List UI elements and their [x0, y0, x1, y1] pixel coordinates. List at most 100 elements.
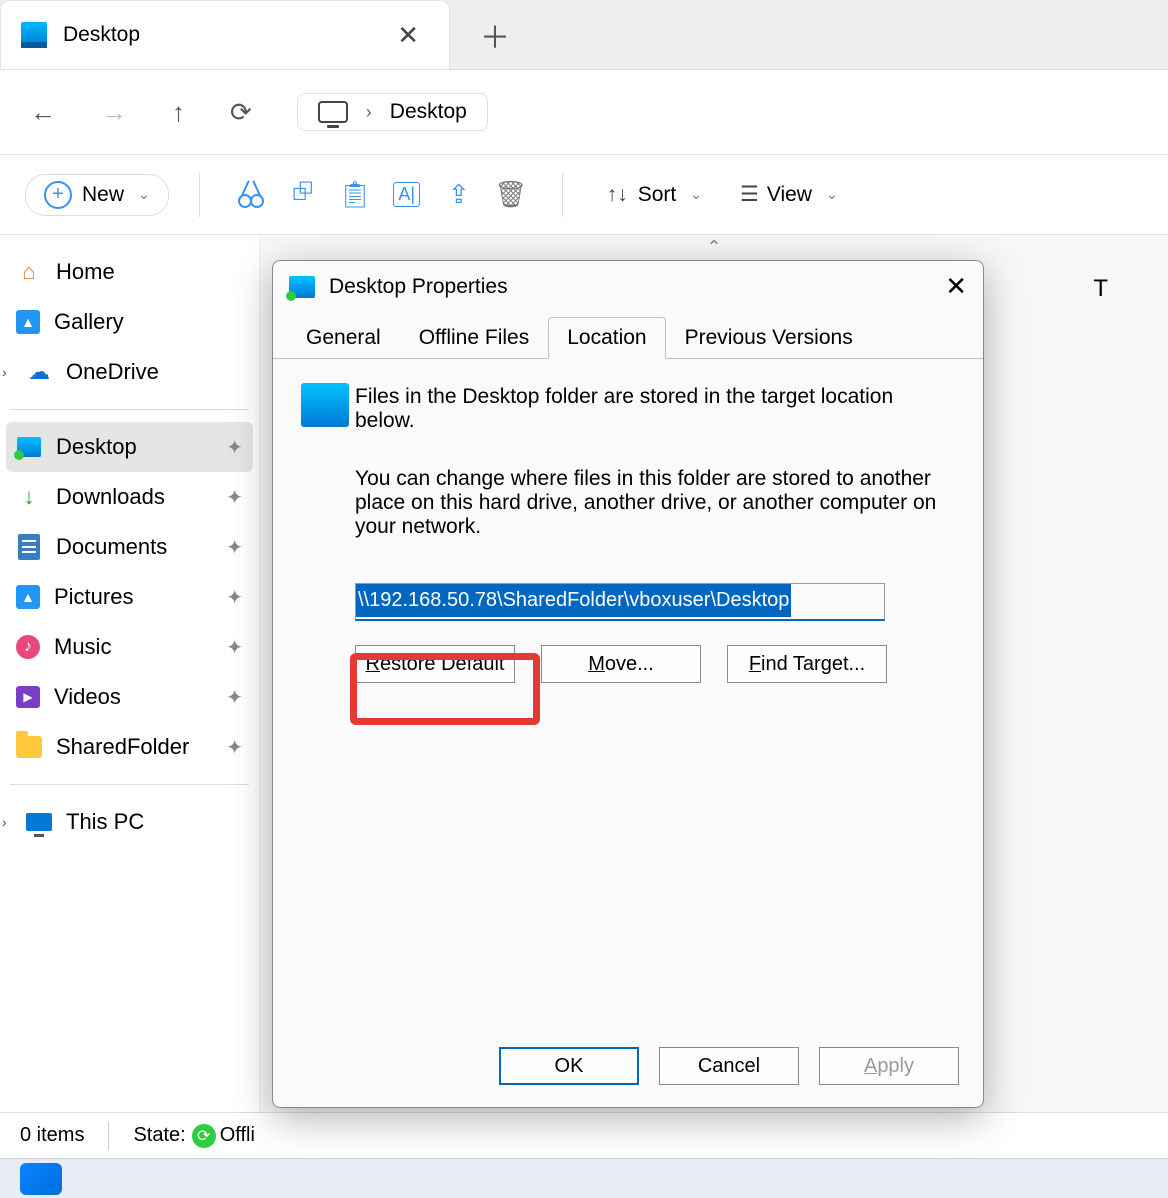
sidebar-item-pictures[interactable]: ▲ Pictures ✦: [6, 572, 253, 622]
rename-button[interactable]: A|: [386, 174, 428, 216]
back-button[interactable]: ←: [30, 97, 56, 128]
delete-button[interactable]: 🗑︎: [490, 174, 532, 216]
tab-location[interactable]: Location: [548, 317, 665, 359]
new-label: New: [82, 183, 124, 207]
chevron-right-icon: ›: [366, 102, 372, 123]
ok-button[interactable]: OK: [499, 1047, 639, 1085]
gallery-icon: ▲: [16, 310, 40, 334]
chevron-down-icon: ⌄: [138, 186, 150, 203]
chevron-right-icon[interactable]: ›: [2, 814, 7, 830]
onedrive-icon: ☁: [26, 359, 52, 385]
start-button[interactable]: [20, 1163, 62, 1195]
cancel-button[interactable]: Cancel: [659, 1047, 799, 1085]
taskbar: [0, 1158, 1168, 1198]
home-icon: ⌂: [16, 259, 42, 285]
rename-icon: A|: [393, 182, 420, 207]
sidebar: ⌂ Home ▲ Gallery › ☁ OneDrive Desktop ✦ …: [0, 235, 260, 1158]
find-target-button[interactable]: Find Target...: [727, 645, 887, 683]
restore-default-button[interactable]: Restore Default: [355, 645, 515, 683]
music-icon: ♪: [16, 635, 40, 659]
sidebar-label: Home: [56, 259, 115, 285]
location-path-input[interactable]: \\192.168.50.78\SharedFolder\vboxuser\De…: [355, 583, 885, 621]
trash-icon: 🗑︎: [494, 179, 527, 210]
pc-icon: [26, 813, 52, 831]
new-tab-button[interactable]: ＋: [450, 0, 540, 69]
cut-button[interactable]: [230, 174, 272, 216]
pin-icon[interactable]: ✦: [226, 585, 243, 610]
video-icon: ▶: [16, 686, 40, 708]
pin-icon[interactable]: ✦: [226, 435, 243, 460]
pin-icon[interactable]: ✦: [226, 685, 243, 710]
pc-icon: [318, 101, 348, 123]
properties-dialog: Desktop Properties ✕ General Offline Fil…: [272, 260, 984, 1108]
pin-icon[interactable]: ✦: [226, 635, 243, 660]
share-button[interactable]: ⇪: [438, 174, 480, 216]
sort-label: Sort: [638, 183, 677, 207]
forward-button[interactable]: →: [101, 97, 127, 128]
desktop-icon: [17, 437, 41, 457]
collapse-handle[interactable]: [260, 235, 1168, 251]
tab-offline-files[interactable]: Offline Files: [400, 317, 549, 359]
new-button[interactable]: + New ⌄: [25, 174, 169, 216]
dialog-title: Desktop Properties: [329, 275, 508, 299]
sidebar-item-desktop[interactable]: Desktop ✦: [6, 422, 253, 472]
breadcrumb-location: Desktop: [390, 100, 467, 124]
tab-desktop[interactable]: Desktop ✕: [0, 0, 450, 69]
chevron-right-icon[interactable]: ›: [2, 364, 7, 380]
sidebar-label: Music: [54, 634, 111, 660]
sidebar-item-gallery[interactable]: ▲ Gallery: [6, 297, 253, 347]
dialog-body: Files in the Desktop folder are stored i…: [273, 359, 983, 1033]
pin-icon[interactable]: ✦: [226, 535, 243, 560]
up-button[interactable]: ↑: [172, 97, 185, 128]
sidebar-item-downloads[interactable]: ↓ Downloads ✦: [6, 472, 253, 522]
sidebar-item-home[interactable]: ⌂ Home: [6, 247, 253, 297]
pin-icon[interactable]: ✦: [226, 485, 243, 510]
view-icon: ☰: [740, 182, 757, 207]
copy-icon: ⮺: [292, 173, 313, 217]
move-button[interactable]: Move...: [541, 645, 701, 683]
sort-button[interactable]: ↑↓ Sort ⌄: [593, 183, 716, 207]
location-description-1: Files in the Desktop folder are stored i…: [355, 385, 955, 433]
desktop-icon: [21, 22, 47, 48]
status-state-value: Offli: [220, 1124, 255, 1147]
sidebar-item-thispc[interactable]: › This PC: [6, 797, 253, 847]
sort-icon: ↑↓: [607, 183, 628, 207]
paste-icon: 📋︎: [338, 179, 371, 210]
sidebar-item-sharedfolder[interactable]: SharedFolder ✦: [6, 722, 253, 772]
tab-general[interactable]: General: [287, 317, 400, 359]
plus-circle-icon: +: [44, 181, 72, 209]
pin-icon[interactable]: ✦: [226, 735, 243, 760]
tab-label: Offline Files: [419, 326, 530, 349]
copy-button[interactable]: ⮺: [282, 174, 324, 216]
apply-button[interactable]: Apply: [819, 1047, 959, 1085]
view-label: View: [767, 183, 812, 207]
status-item-count: 0 items: [20, 1124, 84, 1147]
sidebar-item-documents[interactable]: Documents ✦: [6, 522, 253, 572]
desktop-icon: [301, 383, 349, 427]
dialog-titlebar[interactable]: Desktop Properties ✕: [273, 261, 983, 312]
folder-icon: [16, 736, 42, 758]
sidebar-item-videos[interactable]: ▶ Videos ✦: [6, 672, 253, 722]
paste-button[interactable]: 📋︎: [334, 174, 376, 216]
status-state-label: State:: [133, 1124, 185, 1147]
sidebar-item-onedrive[interactable]: › ☁ OneDrive: [6, 347, 253, 397]
window-tabs-bar: Desktop ✕ ＋: [0, 0, 1168, 70]
dialog-tabs: General Offline Files Location Previous …: [273, 316, 983, 359]
sidebar-label: Gallery: [54, 309, 124, 335]
tab-label: Previous Versions: [685, 326, 853, 349]
sidebar-label: Desktop: [56, 434, 137, 460]
close-icon[interactable]: ✕: [945, 271, 967, 302]
tab-previous-versions[interactable]: Previous Versions: [666, 317, 872, 359]
breadcrumb[interactable]: › Desktop: [297, 93, 488, 131]
refresh-button[interactable]: ⟳: [230, 97, 252, 128]
close-tab-icon[interactable]: ✕: [397, 20, 419, 51]
sidebar-label: SharedFolder: [56, 734, 189, 760]
dialog-footer: OK Cancel Apply: [273, 1033, 983, 1107]
chevron-down-icon: ⌄: [826, 186, 838, 203]
status-bar: 0 items State: ⟳ Offli: [0, 1112, 1168, 1158]
chevron-down-icon: ⌄: [690, 186, 702, 203]
sidebar-item-music[interactable]: ♪ Music ✦: [6, 622, 253, 672]
share-icon: ⇪: [448, 179, 470, 210]
view-button[interactable]: ☰ View ⌄: [726, 182, 852, 207]
button-label: Cancel: [698, 1055, 760, 1078]
